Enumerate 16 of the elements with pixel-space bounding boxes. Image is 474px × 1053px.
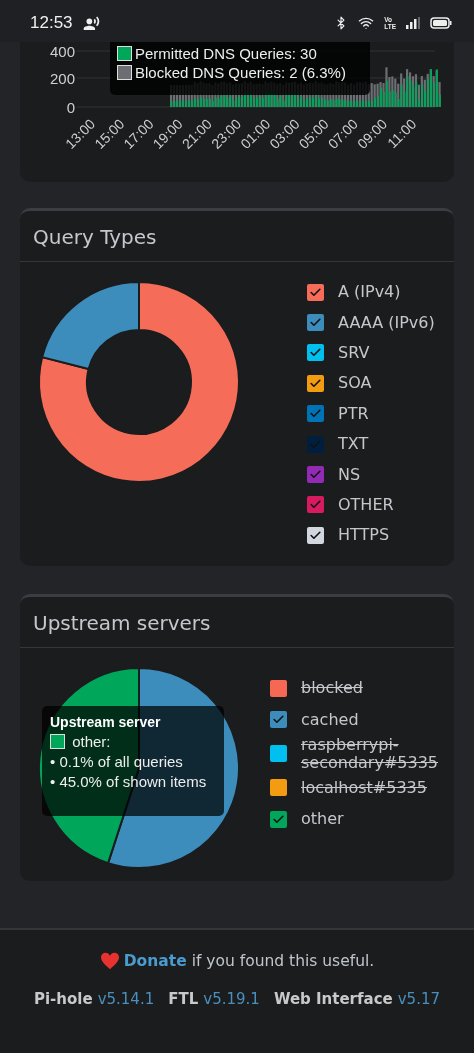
tooltip-title: Upstream server [50, 714, 162, 730]
clock-time: 12:53 [30, 13, 73, 33]
axis-label: 200 [49, 70, 75, 87]
tooltip-text: • 45.0% of shown items [50, 773, 208, 790]
tooltip-text: Permitted DNS Queries: 30 [135, 45, 317, 62]
card-title: Upstream servers [20, 597, 454, 648]
axis-label: 0 [66, 99, 75, 116]
component-name: Web Interface [273, 990, 393, 1008]
donate-text: Donate if you found this useful. [123, 952, 375, 970]
tooltip-text: • 0.1% of all queries [50, 753, 184, 770]
component-name: FTL [168, 990, 199, 1008]
tooltip-text: other: [71, 733, 111, 750]
component-name: Pi-hole [33, 990, 93, 1008]
tooltip-text: Blocked DNS Queries: 2 (6.3%) [135, 64, 346, 81]
card-title: Query Types [20, 211, 454, 262]
axis-label: 400 [49, 43, 75, 60]
